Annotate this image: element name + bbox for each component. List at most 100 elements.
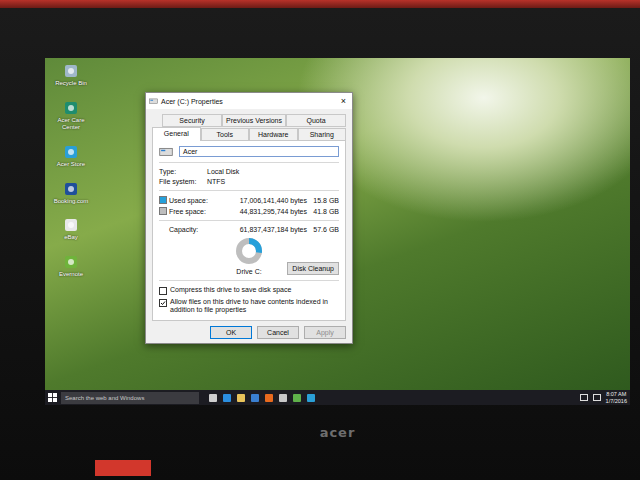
usage-chart: Drive C: — [234, 236, 264, 275]
desktop-icon-label: Acer Care Center — [48, 117, 94, 131]
option-label: Allow files on this drive to have conten… — [170, 298, 339, 315]
desktop-icon[interactable]: Evernote — [48, 255, 94, 278]
date: 1/7/2016 — [606, 398, 627, 404]
drive-icon — [149, 98, 158, 104]
dialog-button[interactable]: OK — [210, 326, 252, 339]
usage-row: Drive C: Disk Cleanup — [159, 236, 339, 275]
app-icon — [64, 101, 78, 115]
brand-row: acer — [45, 405, 630, 440]
tab-row: SecurityPrevious VersionsQuota — [152, 113, 346, 127]
laptop-lid-edge — [0, 0, 640, 8]
app-icon[interactable] — [209, 394, 217, 402]
separator — [159, 280, 339, 281]
legend-swatch — [159, 196, 167, 204]
app-icon[interactable] — [265, 394, 273, 402]
clock[interactable]: 8:07 AM1/7/2016 — [606, 391, 627, 403]
separator — [159, 220, 339, 221]
desktop-icon[interactable]: Recycle Bin — [48, 64, 94, 87]
tab[interactable]: Sharing — [298, 128, 347, 141]
name-row: Acer — [159, 146, 339, 157]
tab[interactable]: Previous Versions — [222, 114, 286, 127]
taskbar: Search the web and Windows 8:07 AM1/7/201… — [45, 390, 630, 405]
title-bar: Acer (C:) Properties× — [146, 93, 352, 109]
desktop: Recycle Bin Acer Care Center Acer Store Boo… — [45, 58, 630, 390]
capacity-bytes: 61,837,437,184 bytes — [215, 226, 307, 233]
tab[interactable]: Security — [162, 114, 222, 127]
app-icon — [64, 64, 78, 78]
tab[interactable]: General — [152, 127, 201, 141]
separator — [159, 190, 339, 191]
app-icon[interactable] — [293, 394, 301, 402]
space-bytes: 44,831,295,744 bytes — [215, 208, 307, 215]
space-row: Free space:44,831,295,744 bytes41.8 GB — [159, 207, 339, 215]
app-icon[interactable] — [279, 394, 287, 402]
space-size: 15.8 GB — [309, 197, 339, 204]
desktop-icon-label: Booking.com — [54, 198, 89, 205]
dialog-button: Apply — [304, 326, 346, 339]
info-value: Local Disk — [207, 168, 339, 175]
app-icon — [64, 182, 78, 196]
app-icon — [64, 218, 78, 232]
usage-donut-icon — [234, 236, 264, 266]
space-row: Used space:17,006,141,440 bytes15.8 GB — [159, 196, 339, 204]
laptop-base — [45, 440, 630, 476]
dialog-body: SecurityPrevious VersionsQuotaGeneralToo… — [146, 109, 352, 343]
desktop-icon-label: Acer Store — [57, 161, 85, 168]
info-value: NTFS — [207, 178, 339, 185]
app-icon[interactable] — [223, 394, 231, 402]
app-icon — [64, 255, 78, 269]
desktop-icon-label: Evernote — [59, 271, 83, 278]
capacity-size: 57.6 GB — [309, 226, 339, 233]
time: 8:07 AM — [606, 391, 626, 397]
desktop-icon[interactable]: Acer Care Center — [48, 101, 94, 131]
screen: Recycle Bin Acer Care Center Acer Store Boo… — [45, 58, 630, 405]
capacity-label: Capacity: — [169, 226, 213, 233]
space-bytes: 17,006,141,440 bytes — [215, 197, 307, 204]
tab[interactable]: Quota — [286, 114, 346, 127]
properties-dialog[interactable]: Acer (C:) Properties× SecurityPrevious Ve… — [145, 92, 353, 344]
window-title: Acer (C:) Properties — [161, 98, 335, 105]
info-label: Type: — [159, 168, 207, 175]
checkbox[interactable] — [159, 299, 167, 307]
app-icon[interactable] — [237, 394, 245, 402]
pinned-apps — [203, 394, 576, 402]
windows-logo-icon[interactable] — [48, 393, 57, 402]
option-label: Compress this drive to save disk space — [170, 286, 291, 294]
brand-logo: acer — [320, 425, 356, 440]
tab[interactable]: Hardware — [249, 128, 298, 141]
legend-swatch — [159, 207, 167, 215]
drive-icon — [159, 147, 173, 157]
dialog-buttons: OK Cancel Apply — [152, 321, 346, 340]
desktop-icon[interactable]: Acer Store — [48, 145, 94, 168]
laptop-red-trim — [95, 460, 151, 476]
space-label: Free space: — [169, 208, 213, 215]
close-button[interactable]: × — [338, 97, 349, 106]
photo-frame: Recycle Bin Acer Care Center Acer Store Boo… — [0, 0, 640, 480]
option-row[interactable]: Compress this drive to save disk space — [159, 286, 339, 295]
name-field[interactable]: Acer — [179, 146, 339, 157]
option-row[interactable]: Allow files on this drive to have conten… — [159, 298, 339, 315]
checkbox[interactable] — [159, 287, 167, 295]
network-icon[interactable] — [593, 394, 601, 401]
app-icon[interactable] — [251, 394, 259, 402]
disk-cleanup-button[interactable]: Disk Cleanup — [287, 262, 339, 275]
app-icon — [64, 145, 78, 159]
space-size: 41.8 GB — [309, 208, 339, 215]
desktop-icon[interactable]: Booking.com — [48, 182, 94, 205]
search-box[interactable]: Search the web and Windows — [61, 392, 199, 404]
general-panel: Acer Type:Local DiskFile system:NTFS Used … — [152, 141, 346, 321]
desktop-icon[interactable]: eBay — [48, 218, 94, 241]
info-grid: Type:Local DiskFile system:NTFS — [159, 168, 339, 185]
space-label: Used space: — [169, 197, 213, 204]
dialog-button[interactable]: Cancel — [257, 326, 299, 339]
app-icon[interactable] — [307, 394, 315, 402]
tab[interactable]: Tools — [201, 128, 250, 141]
desktop-icon-label: Recycle Bin — [55, 80, 87, 87]
desktop-icon-label: eBay — [64, 234, 78, 241]
system-tray: 8:07 AM1/7/2016 — [580, 391, 627, 403]
tab-row: GeneralToolsHardwareSharing — [152, 127, 346, 141]
separator — [159, 162, 339, 163]
laptop-bezel: Recycle Bin Acer Care Center Acer Store Boo… — [0, 8, 640, 480]
info-label: File system: — [159, 178, 207, 185]
battery-icon[interactable] — [580, 394, 588, 401]
